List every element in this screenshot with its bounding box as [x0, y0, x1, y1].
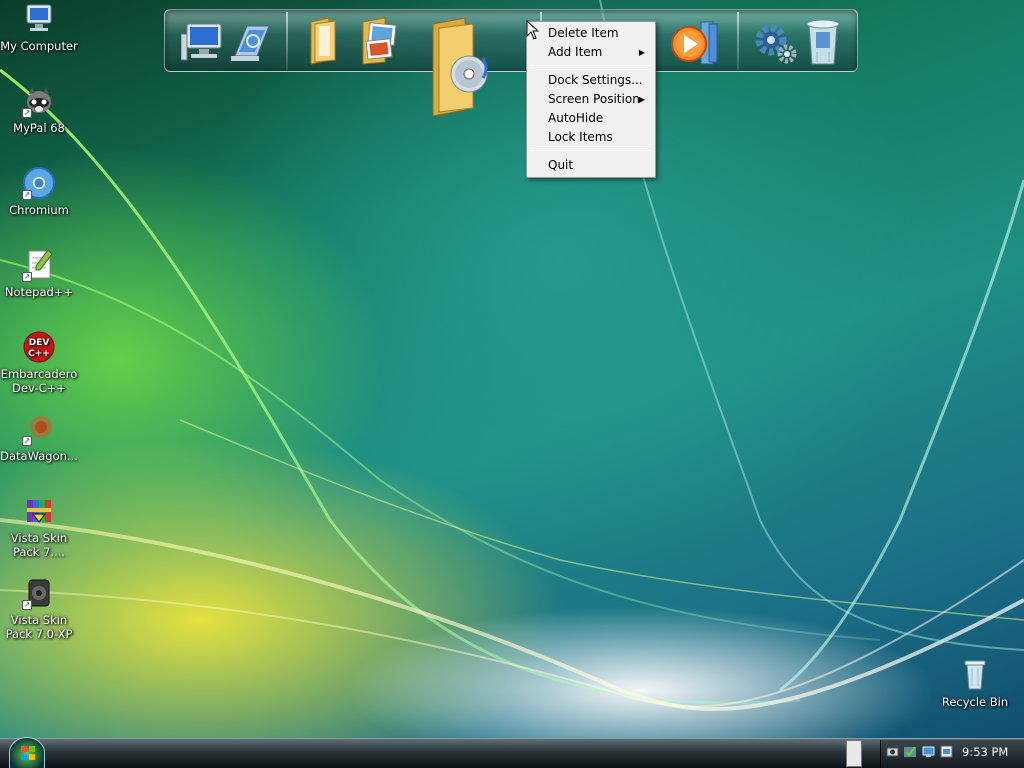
media-player-icon	[671, 21, 718, 65]
shortcut-arrow-icon: ↗	[22, 436, 32, 446]
dock-separator	[737, 12, 739, 70]
skin-pack-icon: ↗	[22, 576, 56, 610]
music-folder-icon	[432, 17, 488, 117]
desktop-icon-vista-skin-pack-xp[interactable]: ↗ Vista Skin Pack 7.0-XP	[0, 576, 78, 641]
menu-item-dock-settings[interactable]: Dock Settings...	[529, 71, 653, 90]
desktop-icon-label: Embarcadero Dev-C++	[0, 367, 78, 395]
menu-item-label: Quit	[548, 158, 574, 172]
taskbar-clock[interactable]: 9:53 PM	[962, 745, 1008, 759]
dock-item-documents-folder[interactable]	[307, 16, 343, 69]
desktop-icon-label: My Computer	[0, 39, 78, 53]
wallpaper-waves	[0, 0, 1024, 712]
submenu-arrow-icon: ▶	[638, 48, 645, 57]
desktop-icon-mypal[interactable]: ↗ MyPal 68	[0, 84, 78, 135]
recycle-bin-icon	[958, 658, 992, 692]
desktop-icon-label: MyPal 68	[13, 121, 65, 135]
recycle-bin-icon	[806, 19, 840, 65]
dock-item-media-player[interactable]	[665, 18, 719, 69]
desktop-icon-label: DataWagon...	[0, 449, 78, 463]
menu-item-label: Lock Items	[548, 130, 613, 144]
network-tray-icon[interactable]	[922, 745, 935, 758]
archive-installer-icon	[22, 494, 56, 528]
network-icon	[231, 25, 270, 61]
taskbar	[0, 738, 1024, 768]
menu-item-label: Dock Settings...	[548, 73, 643, 87]
desktop-icon-recycle-bin[interactable]: Recycle Bin	[936, 658, 1014, 709]
submenu-arrow-icon: ▶	[638, 95, 645, 104]
security-check-tray-icon[interactable]	[904, 745, 917, 758]
shortcut-arrow-icon: ↗	[22, 600, 32, 610]
menu-item-label: Screen Position	[548, 92, 640, 106]
menu-item-quit[interactable]: Quit	[529, 156, 653, 175]
volume-tray-icon[interactable]	[940, 745, 953, 758]
devcpp-icon: DEV C++	[22, 330, 56, 364]
computer-icon	[180, 23, 222, 61]
desktop-icon-vista-skin-pack-installer[interactable]: Vista Skin Pack 7....	[0, 494, 78, 559]
desktop-icon-label: Vista Skin Pack 7.0-XP	[5, 613, 73, 641]
menu-item-lock-items[interactable]: Lock Items	[529, 128, 653, 147]
computer-icon	[22, 2, 56, 36]
dock-item-network[interactable]	[227, 20, 273, 67]
desktop-icon-devcpp[interactable]: DEV C++ Embarcadero Dev-C++	[0, 330, 78, 395]
svg-text:C++: C++	[28, 349, 50, 359]
dock-bar	[164, 9, 858, 117]
settings-gears-icon	[755, 24, 797, 64]
desktop-icon-notepadpp[interactable]: ↗ Notepad++	[0, 248, 78, 299]
chromium-icon: ↗	[22, 166, 56, 200]
menu-item-add-item[interactable]: Add Item ▶	[529, 43, 653, 62]
shortcut-arrow-icon: ↗	[22, 108, 32, 118]
dock-item-recycle-bin[interactable]	[801, 16, 845, 71]
menu-item-autohide[interactable]: AutoHide	[529, 109, 653, 128]
notepadpp-icon: ↗	[22, 248, 56, 282]
pictures-folder-icon	[362, 17, 397, 65]
dock-context-menu: Delete Item Add Item ▶ Dock Settings... …	[526, 21, 656, 178]
desktop-icon-chromium[interactable]: ↗ Chromium	[0, 166, 78, 217]
menu-item-label: AutoHide	[548, 111, 604, 125]
desktop-icon-label: Chromium	[9, 203, 69, 217]
desktop-icon-label: Recycle Bin	[941, 695, 1009, 709]
dock-item-music-folder[interactable]	[429, 17, 493, 121]
dock-item-settings[interactable]	[751, 18, 799, 69]
menu-item-screen-position[interactable]: Screen Position ▶	[529, 90, 653, 109]
menu-separator	[531, 65, 651, 66]
shortcut-arrow-icon: ↗	[22, 272, 32, 282]
desktop-icon-label: Vista Skin Pack 7....	[10, 531, 68, 559]
shortcut-arrow-icon: ↗	[22, 190, 32, 200]
menu-separator	[531, 150, 651, 151]
menu-item-delete-item[interactable]: Delete Item	[529, 24, 653, 43]
mypal-raccoon-icon: ↗	[22, 84, 56, 118]
menu-item-label: Delete Item	[548, 26, 619, 40]
start-button[interactable]	[9, 737, 45, 768]
datawagon-icon: ↗	[22, 412, 56, 446]
documents-folder-icon	[310, 17, 336, 65]
dock-item-computer[interactable]	[180, 20, 227, 67]
camera-tray-icon[interactable]	[886, 745, 899, 758]
svg-text:DEV: DEV	[29, 338, 50, 348]
menu-item-label: Add Item	[548, 45, 603, 59]
mouse-cursor-icon	[526, 20, 540, 40]
desktop-icon-datawagon[interactable]: ↗ DataWagon...	[0, 412, 78, 463]
desktop-icon-label: Notepad++	[4, 285, 74, 299]
dock-separator	[286, 12, 288, 70]
dock-item-pictures-folder[interactable]	[359, 16, 403, 69]
language-bar-keyboard-icon[interactable]	[846, 740, 862, 767]
windows-logo-icon	[21, 746, 35, 760]
desktop-icon-my-computer[interactable]: My Computer	[0, 2, 78, 53]
